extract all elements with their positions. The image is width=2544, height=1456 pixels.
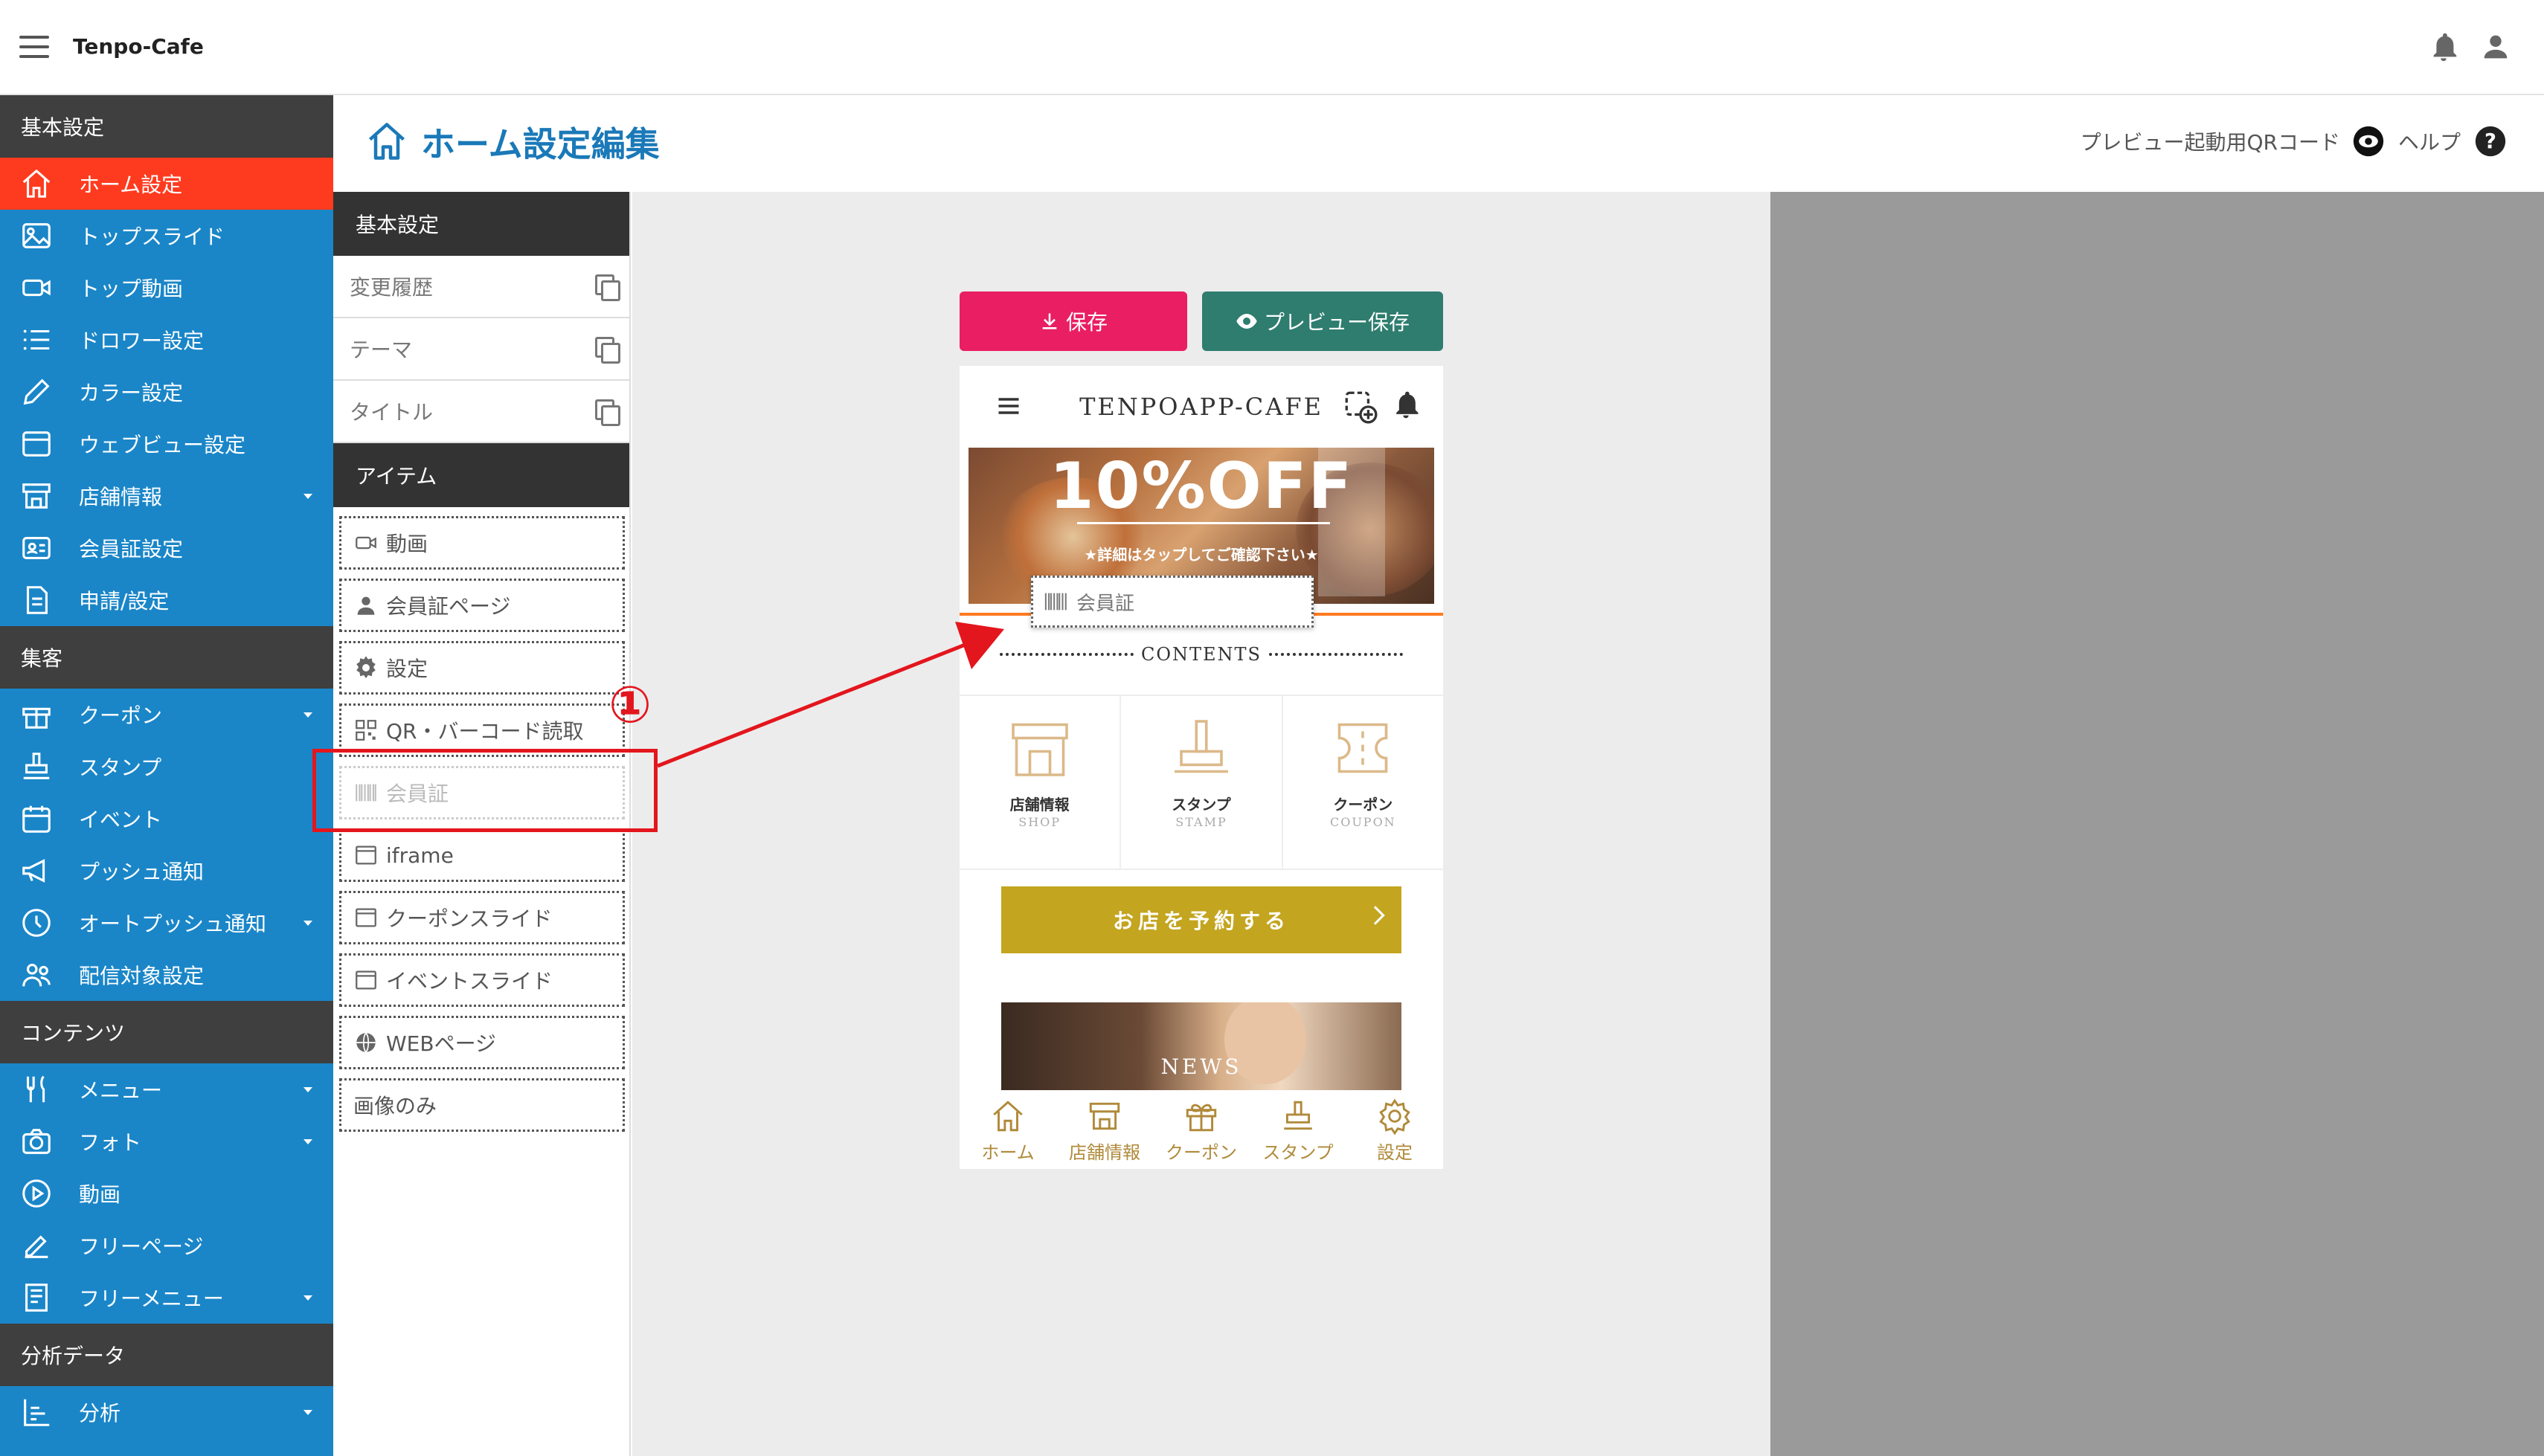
annotation-arrow (657, 622, 1004, 768)
